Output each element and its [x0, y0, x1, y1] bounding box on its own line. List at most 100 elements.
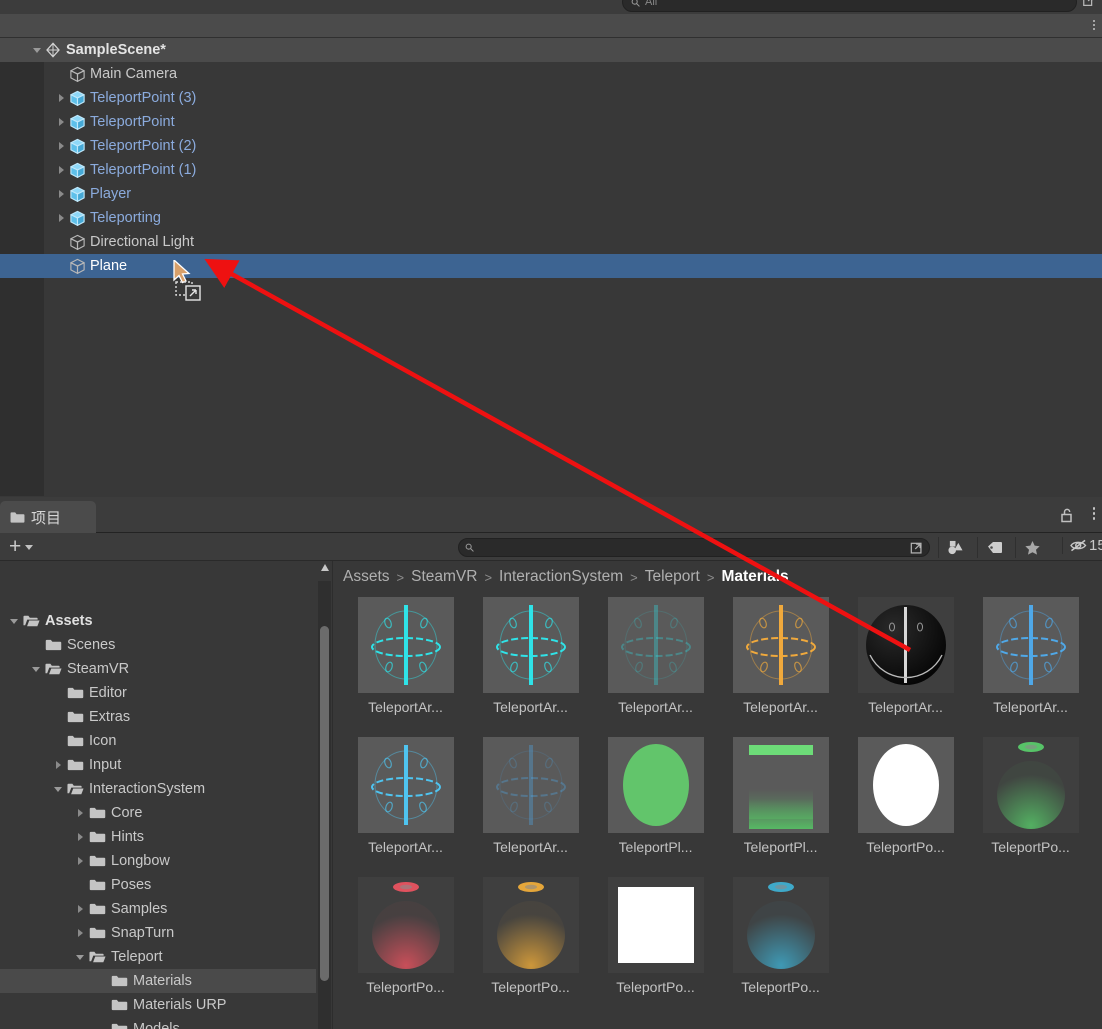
breadcrumb-item-steamvr[interactable]: SteamVR [411, 568, 477, 586]
asset-thumbnail-pointer-green[interactable] [983, 737, 1079, 833]
row-twisty[interactable] [54, 86, 68, 110]
lock-open-icon[interactable] [1060, 508, 1074, 523]
folder-row-editor[interactable]: Editor [0, 681, 316, 705]
folder-row-scenes[interactable]: Scenes [0, 633, 316, 657]
folder-row-teleport[interactable]: Teleport [0, 945, 316, 969]
scroll-up-arrow-icon[interactable] [321, 564, 329, 571]
breadcrumb-item-assets[interactable]: Assets [343, 568, 390, 586]
hierarchy-row-plane[interactable]: Plane [0, 254, 1102, 278]
asset-thumbnail-circle-green[interactable] [608, 737, 704, 833]
folder-twisty[interactable] [72, 825, 88, 849]
hierarchy-row-teleporting[interactable]: Teleporting [0, 206, 1102, 230]
folder-twisty[interactable] [72, 921, 88, 945]
asset-item[interactable]: TeleportAr... [468, 597, 593, 737]
asset-thumbnail-square-white[interactable] [608, 877, 704, 973]
folder-row-longbow[interactable]: Longbow [0, 849, 316, 873]
expand-arrow-icon[interactable] [59, 142, 64, 150]
create-asset-button[interactable]: + [9, 538, 33, 556]
asset-item[interactable]: TeleportPo... [343, 877, 468, 1017]
collapse-arrow-icon[interactable] [33, 48, 41, 53]
hierarchy-row-samplescene[interactable]: SampleScene* [0, 38, 1102, 62]
folder-row-steamvr[interactable]: SteamVR [0, 657, 316, 681]
asset-thumbnail-pointer-orange[interactable] [483, 877, 579, 973]
expand-arrow-icon[interactable] [78, 809, 83, 817]
hierarchy-row-teleportpoint-3[interactable]: TeleportPoint (3) [0, 86, 1102, 110]
asset-item[interactable]: TeleportPo... [843, 737, 968, 877]
project-search-field[interactable] [458, 538, 930, 557]
breadcrumb-item-interactionsystem[interactable]: InteractionSystem [499, 568, 623, 586]
tab-project[interactable]: 项目 [0, 501, 96, 533]
breadcrumb-item-teleport[interactable]: Teleport [645, 568, 700, 586]
collapse-arrow-icon[interactable] [76, 955, 84, 960]
expand-arrow-icon[interactable] [59, 94, 64, 102]
folder-twisty[interactable] [72, 849, 88, 873]
folder-row-materials[interactable]: Materials [0, 969, 316, 993]
folder-row-input[interactable]: Input [0, 753, 316, 777]
expand-arrow-icon[interactable] [59, 214, 64, 222]
row-twisty[interactable] [54, 134, 68, 158]
folder-row-icon[interactable]: Icon [0, 729, 316, 753]
folder-row-interactionsystem[interactable]: InteractionSystem [0, 777, 316, 801]
folder-twisty[interactable] [6, 609, 22, 633]
expand-arrow-icon[interactable] [78, 857, 83, 865]
hierarchy-kebab-menu-icon[interactable] [1093, 20, 1095, 30]
expand-arrow-icon[interactable] [59, 190, 64, 198]
asset-thumbnail-circle-white[interactable] [858, 737, 954, 833]
asset-thumbnail-sphere-black[interactable] [858, 597, 954, 693]
asset-item[interactable]: TeleportPo... [718, 877, 843, 1017]
folder-twisty[interactable] [28, 657, 44, 681]
collapse-arrow-icon[interactable] [32, 667, 40, 672]
asset-item[interactable]: TeleportAr... [468, 737, 593, 877]
asset-thumbnail-arc-sphere-cyan-faint[interactable] [608, 597, 704, 693]
expand-arrow-icon[interactable] [59, 118, 64, 126]
asset-thumbnail-arc-sphere-blue-bright[interactable] [358, 737, 454, 833]
expand-arrow-icon[interactable] [78, 833, 83, 841]
breadcrumb-item-materials[interactable]: Materials [721, 568, 788, 586]
asset-thumbnail-band-green-gradient[interactable] [733, 737, 829, 833]
folder-twisty[interactable] [50, 777, 66, 801]
row-twisty[interactable] [30, 38, 44, 62]
asset-thumbnail-pointer-red[interactable] [358, 877, 454, 973]
asset-item[interactable]: TeleportPl... [718, 737, 843, 877]
hierarchy-row-player[interactable]: Player [0, 182, 1102, 206]
asset-item[interactable]: TeleportPl... [593, 737, 718, 877]
asset-item[interactable]: TeleportAr... [843, 597, 968, 737]
collapse-arrow-icon[interactable] [54, 787, 62, 792]
hidden-packages-toggle[interactable]: 15 [1062, 537, 1102, 554]
hierarchy-row-directional-light[interactable]: Directional Light [0, 230, 1102, 254]
row-twisty[interactable] [54, 182, 68, 206]
row-twisty[interactable] [54, 206, 68, 230]
folder-row-hints[interactable]: Hints [0, 825, 316, 849]
asset-thumbnail-arc-sphere-cyan-bright[interactable] [483, 597, 579, 693]
project-search-input[interactable] [479, 542, 923, 554]
hierarchy-row-teleportpoint-2[interactable]: TeleportPoint (2) [0, 134, 1102, 158]
hierarchy-row-main-camera[interactable]: Main Camera [0, 62, 1102, 86]
folder-twisty[interactable] [72, 801, 88, 825]
expand-arrow-icon[interactable] [78, 929, 83, 937]
folder-row-snapturn[interactable]: SnapTurn [0, 921, 316, 945]
folder-row-models[interactable]: Models [0, 1017, 316, 1029]
filter-by-label-button[interactable] [977, 537, 1011, 558]
folder-tree-scrollbar[interactable] [318, 581, 331, 1029]
asset-item[interactable]: TeleportAr... [343, 737, 468, 877]
expand-arrow-icon[interactable] [56, 761, 61, 769]
hierarchy-row-teleportpoint-1[interactable]: TeleportPoint (1) [0, 158, 1102, 182]
asset-item[interactable]: TeleportPo... [968, 737, 1093, 877]
folder-row-extras[interactable]: Extras [0, 705, 316, 729]
asset-item[interactable]: TeleportPo... [593, 877, 718, 1017]
folder-row-samples[interactable]: Samples [0, 897, 316, 921]
row-twisty[interactable] [54, 158, 68, 182]
asset-item[interactable]: TeleportAr... [593, 597, 718, 737]
asset-item[interactable]: TeleportAr... [343, 597, 468, 737]
filter-favorites-button[interactable] [1015, 537, 1049, 558]
asset-thumbnail-arc-sphere-cyan-bright[interactable] [358, 597, 454, 693]
folder-twisty[interactable] [50, 753, 66, 777]
asset-thumbnail-arc-sphere-blue-faint[interactable] [483, 737, 579, 833]
folder-row-poses[interactable]: Poses [0, 873, 316, 897]
folder-row-core[interactable]: Core [0, 801, 316, 825]
save-search-icon[interactable] [910, 542, 924, 556]
folder-row-assets[interactable]: Assets [0, 609, 316, 633]
asset-item[interactable]: TeleportPo... [468, 877, 593, 1017]
top-search-field[interactable]: All [622, 0, 1077, 12]
scrollbar-thumb[interactable] [320, 626, 329, 981]
